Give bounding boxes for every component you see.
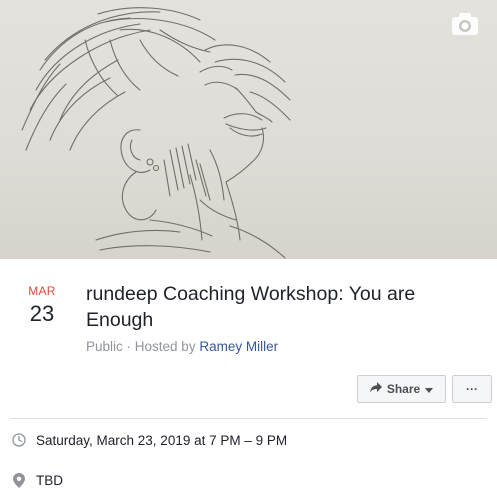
date-month: MAR (28, 284, 56, 298)
caret-down-icon (425, 382, 434, 396)
event-title: rundeep Coaching Workshop: You are Enoug… (86, 283, 416, 331)
share-label: Share (386, 382, 421, 396)
event-time-row: Saturday, March 23, 2019 at 7 PM – 9 PM (10, 431, 287, 449)
clock-icon (10, 431, 28, 449)
date-day: 23 (29, 301, 55, 326)
share-arrow-icon (369, 382, 382, 396)
hosted-by-label: Hosted by (134, 339, 200, 354)
event-actions: Share ··· (357, 375, 492, 403)
host-link[interactable]: Ramey Miller (199, 339, 278, 354)
more-options-button[interactable]: ··· (452, 375, 492, 403)
event-location-row: TBD (10, 471, 63, 489)
visibility-label: Public (86, 339, 123, 354)
meta-separator: · (122, 339, 135, 354)
event-meta: Public · Hosted by Ramey Miller (86, 339, 278, 355)
sketch-illustration (21, 7, 291, 259)
map-pin-icon (10, 471, 28, 489)
cover-photo (0, 0, 497, 259)
event-datetime: Saturday, March 23, 2019 at 7 PM – 9 PM (36, 432, 288, 448)
divider (10, 418, 487, 419)
share-button[interactable]: Share (357, 375, 446, 403)
event-location: TBD (36, 472, 63, 488)
date-badge: MAR 23 (22, 284, 62, 328)
camera-icon[interactable] (448, 10, 482, 40)
